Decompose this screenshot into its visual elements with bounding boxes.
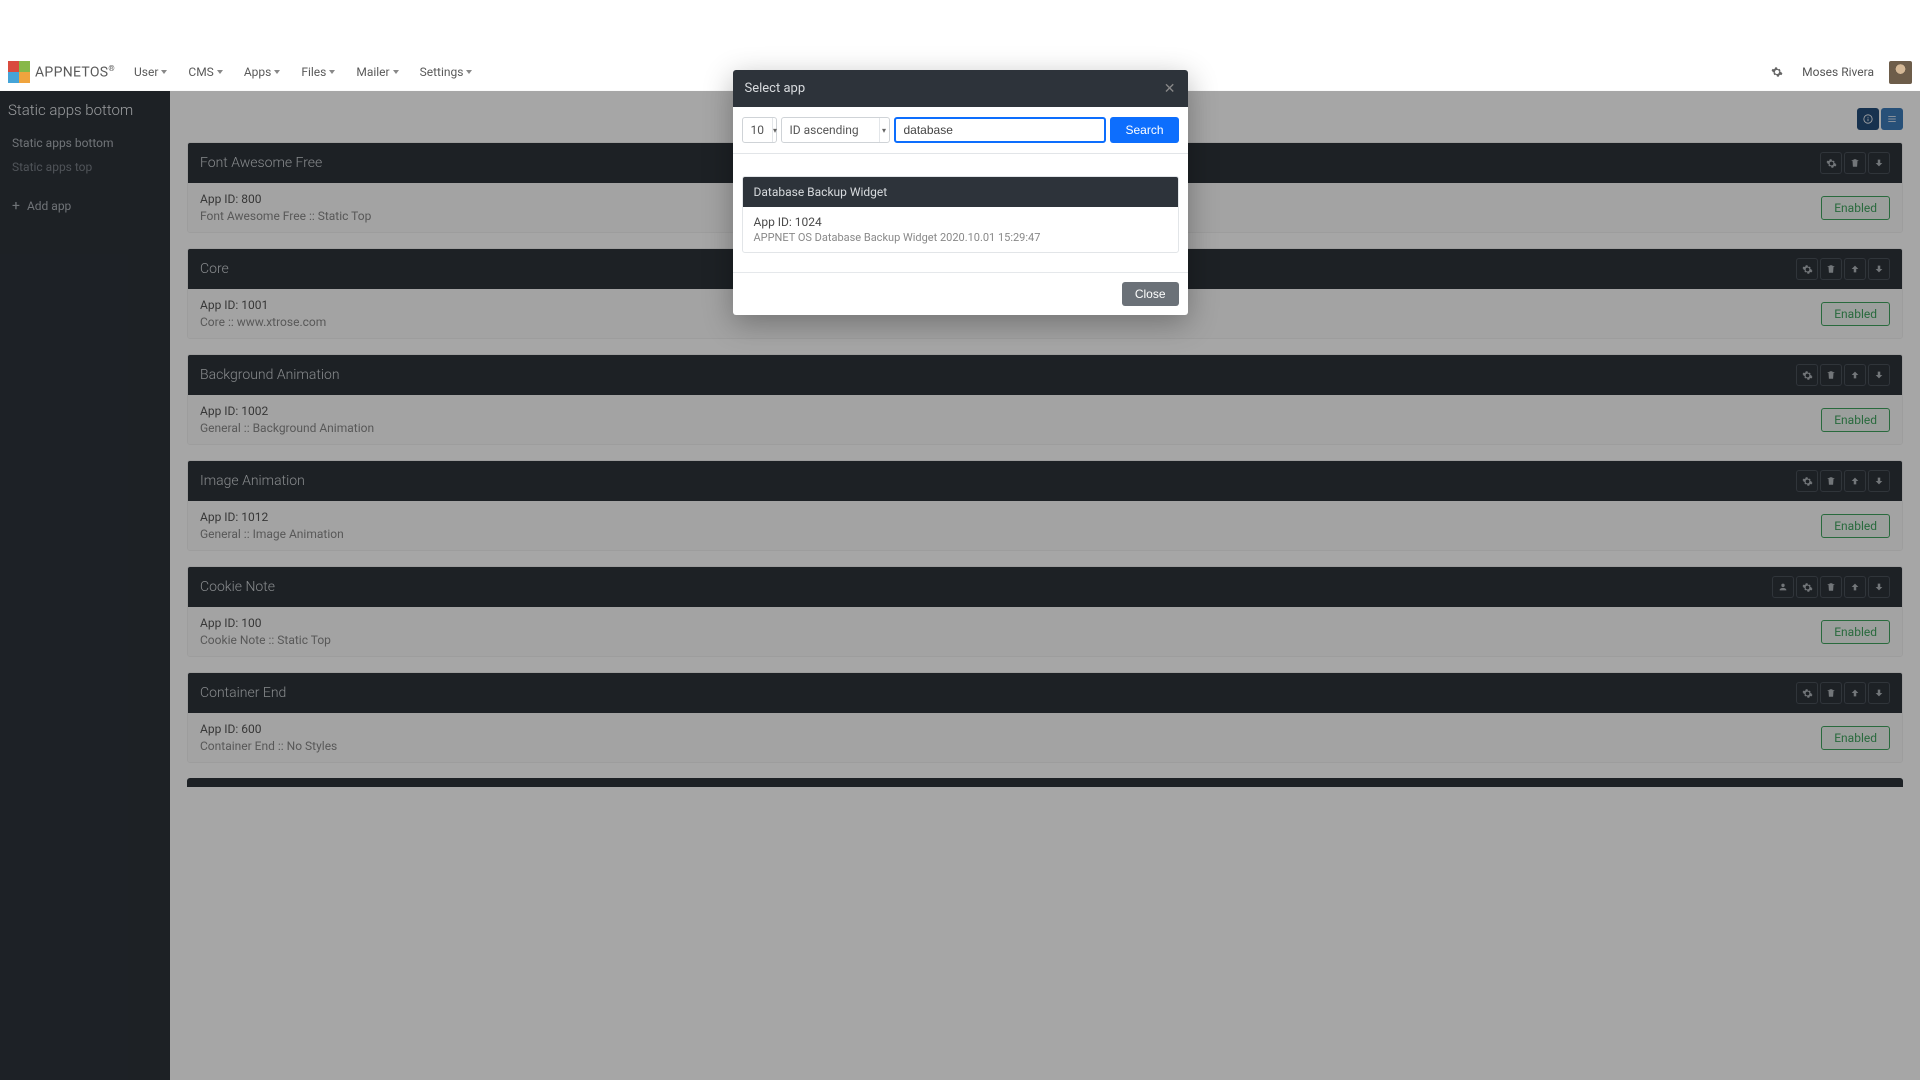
result-card: Database Backup Widget App ID: 1024 APPN… (742, 176, 1179, 253)
nav-item-files[interactable]: Files (292, 59, 344, 85)
caret-down-icon: ▾ (772, 118, 777, 142)
modal-title: Select app (745, 81, 806, 96)
caret-down-icon (329, 70, 335, 74)
caret-down-icon (274, 70, 280, 74)
nav-item-settings[interactable]: Settings (411, 59, 482, 85)
search-input[interactable] (894, 117, 1107, 143)
count-select[interactable]: 10 ▾ (742, 117, 777, 143)
logo[interactable]: APPNETOS® (8, 61, 115, 83)
close-button[interactable]: Close (1122, 282, 1179, 306)
nav-item-mailer[interactable]: Mailer (347, 59, 407, 85)
gear-icon (1771, 66, 1783, 78)
nav-item-cms[interactable]: CMS (179, 59, 231, 85)
caret-down-icon (466, 70, 472, 74)
close-icon: ✕ (1164, 80, 1176, 96)
select-app-modal: Select app ✕ 10 ▾ ID ascending ▾ Search (733, 70, 1188, 315)
nav-item-user[interactable]: User (125, 59, 176, 85)
result-title[interactable]: Database Backup Widget (743, 177, 1178, 207)
nav-item-apps[interactable]: Apps (235, 59, 290, 85)
modal-close-button[interactable]: ✕ (1164, 80, 1176, 97)
modal-header: Select app ✕ (733, 70, 1188, 107)
caret-down-icon: ▾ (879, 118, 889, 142)
modal-footer: Close (733, 273, 1188, 315)
search-button[interactable]: Search (1110, 117, 1178, 143)
modal-body: Database Backup Widget App ID: 1024 APPN… (733, 154, 1188, 273)
caret-down-icon (161, 70, 167, 74)
user-menu[interactable]: Moses Rivera (1798, 61, 1881, 83)
avatar[interactable] (1889, 61, 1912, 84)
result-id: App ID: 1024 (754, 215, 1167, 229)
modal-overlay[interactable]: Select app ✕ 10 ▾ ID ascending ▾ Search (0, 91, 1920, 1080)
sort-select[interactable]: ID ascending ▾ (781, 117, 890, 143)
caret-down-icon (217, 70, 223, 74)
result-desc: APPNET OS Database Backup Widget 2020.10… (754, 231, 1167, 244)
caret-down-icon (393, 70, 399, 74)
nav-items: UserCMSAppsFilesMailerSettings (125, 59, 481, 85)
modal-search-row: 10 ▾ ID ascending ▾ Search (733, 107, 1188, 154)
logo-icon (8, 61, 30, 83)
settings-gear-button[interactable] (1767, 62, 1790, 82)
